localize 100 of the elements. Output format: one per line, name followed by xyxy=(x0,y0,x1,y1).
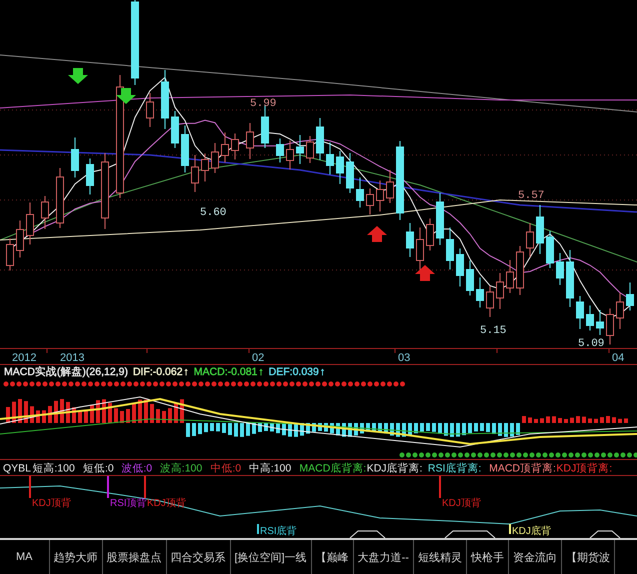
signal-tick xyxy=(107,476,109,498)
candlestick xyxy=(626,282,634,311)
candlestick xyxy=(596,310,604,336)
legend-item: KDJ底背离: xyxy=(366,462,422,474)
candlestick xyxy=(466,260,474,296)
signal-tick xyxy=(439,476,441,498)
candlestick xyxy=(56,168,64,228)
legend-item: MACD顶背离: xyxy=(489,462,556,474)
candlestick xyxy=(296,134,304,164)
down-arrow-icon xyxy=(116,88,136,104)
legend-item: 波高:100 xyxy=(160,462,202,474)
candlestick xyxy=(416,227,424,272)
indicator-reading: MACD:-0.081 xyxy=(194,366,258,378)
legend-item: 中高:100 xyxy=(248,462,292,474)
candlestick xyxy=(506,260,514,294)
signal-label: KDJ顶背 xyxy=(32,498,71,509)
signal-tick xyxy=(29,476,31,498)
candlestick xyxy=(71,137,79,178)
candlestick xyxy=(526,222,534,258)
candlestick xyxy=(546,230,554,268)
candlestick xyxy=(276,138,284,163)
legend-item: 短低:0 xyxy=(83,462,114,474)
candlestick xyxy=(456,248,464,287)
trend-arrow: ↑ xyxy=(258,366,264,378)
candlestick xyxy=(356,177,364,208)
axis-label: 03 xyxy=(398,352,410,364)
indicator-tab[interactable]: 短线精灵 xyxy=(414,540,467,574)
indicator-tab[interactable]: 四合交易系 xyxy=(166,540,230,574)
indicator-tab[interactable]: 资金流向 xyxy=(508,540,562,574)
candlestick xyxy=(316,118,324,160)
axis-label: 02 xyxy=(252,352,264,364)
signal-label: KDJ底背 xyxy=(512,526,551,537)
candlestick xyxy=(426,218,434,251)
candlestick xyxy=(586,305,594,331)
candlestick xyxy=(16,220,24,258)
signal-tick xyxy=(257,524,259,534)
candlestick xyxy=(171,110,179,148)
candlestick xyxy=(536,204,544,254)
candlestick xyxy=(261,104,269,148)
indicator-tab[interactable]: [换位空间]一线 xyxy=(230,540,312,574)
legend-item: KDJ顶背离: xyxy=(556,462,612,474)
legend-item: QYBL xyxy=(3,462,32,474)
candlestick xyxy=(146,92,154,128)
candlestick xyxy=(616,292,624,330)
candlestick xyxy=(221,132,229,163)
candlestick xyxy=(41,196,49,230)
candlestick xyxy=(286,140,294,170)
indicator-reading: DIF:-0.062 xyxy=(132,366,183,378)
candlestick xyxy=(556,252,564,286)
candlestick xyxy=(86,158,94,195)
candlestick xyxy=(336,150,344,184)
candlestick xyxy=(346,152,354,194)
indicator-title: MACD实战(解盘)(26,12,9) xyxy=(4,365,128,379)
price-label: 5.60 xyxy=(200,207,226,219)
candlestick xyxy=(181,125,189,173)
indicator-tab[interactable]: MA xyxy=(0,540,50,574)
candlestick xyxy=(516,246,524,296)
legend-item: 波低:0 xyxy=(121,462,152,474)
candlestick xyxy=(326,142,334,175)
signal-tick xyxy=(144,476,146,498)
candlestick xyxy=(201,153,209,182)
signal-hump xyxy=(350,530,386,538)
indicator-tab[interactable]: 趋势大师 xyxy=(50,540,102,574)
indicator-tab[interactable]: 股票操盘点 xyxy=(102,540,166,574)
candlestick xyxy=(436,192,444,246)
signal-label: RSI底背 xyxy=(260,526,297,537)
candlestick xyxy=(306,136,314,164)
price-label: 5.99 xyxy=(250,98,276,110)
candlestick xyxy=(446,227,454,270)
signal-hump xyxy=(444,530,496,538)
price-label: 5.15 xyxy=(480,325,506,337)
axis-label: 2013 xyxy=(60,352,84,364)
up-arrow-icon xyxy=(367,226,387,242)
candlestick xyxy=(211,142,219,174)
legend-item: RSI底背离: xyxy=(428,462,482,474)
candlestick xyxy=(476,277,484,308)
candlestick xyxy=(26,202,34,245)
candlestick xyxy=(386,170,394,204)
candlestick xyxy=(606,308,614,345)
candlestick xyxy=(576,296,584,330)
candlestick xyxy=(191,154,199,192)
down-arrow-icon xyxy=(68,68,88,84)
signal-label: KDJ顶背 xyxy=(442,498,481,509)
candlestick xyxy=(6,238,14,271)
candlestick xyxy=(246,122,254,160)
indicator-tab[interactable]: 快枪手 xyxy=(466,540,509,574)
indicator-tab[interactable]: 【期货波 xyxy=(562,540,615,574)
indicator-tab[interactable]: 【巅峰 xyxy=(312,540,354,574)
indicator-tab[interactable]: 大盘力道-- xyxy=(354,540,414,574)
legend-item: 中低:0 xyxy=(210,462,242,474)
candlestick xyxy=(366,188,374,215)
price-label: 5.09 xyxy=(578,338,604,348)
price-label: 5.57 xyxy=(518,190,544,202)
legend-item: 短高:100 xyxy=(32,462,75,474)
candlestick xyxy=(376,180,384,212)
up-arrow-icon xyxy=(415,265,435,281)
trend-arrow: ↑ xyxy=(184,366,189,378)
signal-tick xyxy=(509,524,511,534)
axis-label: 04 xyxy=(612,352,624,364)
indicator-reading: DEF:0.039 xyxy=(268,366,319,378)
